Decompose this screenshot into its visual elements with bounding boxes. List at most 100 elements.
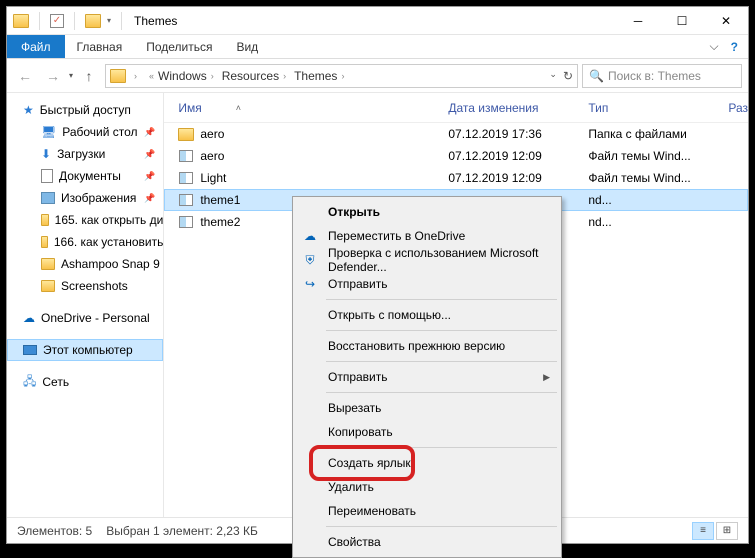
ribbon-expand-icon[interactable]: ⌵ [710,39,719,54]
ctx-переместить-в-onedrive[interactable]: ☁Переместить в OneDrive [296,224,558,248]
ctx-создать-ярлык[interactable]: Создать ярлык [296,451,558,475]
breadcrumb-item[interactable]: Windows [158,69,207,83]
search-icon: 🔍 [589,69,604,83]
sidebar-item-pictures[interactable]: Изображения📌 [7,187,163,209]
address-bar-row: ← → ▾ ↑ › «Windows› Resources› Themes› ⌄… [7,59,748,93]
ctx-label: Отправить [328,277,388,291]
download-icon: ⬇ [41,147,51,161]
column-headers: Имя˄ Дата изменения Тип Раз [164,93,748,123]
search-input[interactable]: 🔍 Поиск в: Themes [582,64,742,88]
view-details-button[interactable]: ≡ [692,522,714,540]
sidebar-item-downloads[interactable]: ⬇Загрузки📌 [7,143,163,165]
search-placeholder: Поиск в: Themes [608,69,701,83]
shield-icon: ⛨ [302,253,318,268]
document-icon [41,169,53,183]
nav-up-button[interactable]: ↑ [77,64,101,88]
ctx-копировать[interactable]: Копировать [296,420,558,444]
sidebar-this-pc[interactable]: Этот компьютер [7,339,163,361]
view-icons-button[interactable]: ⊞ [716,522,738,540]
file-type: Папка с файлами [588,127,728,141]
breadcrumb-item[interactable]: Resources [222,69,279,83]
folder-icon [85,14,101,28]
sidebar-item-folder[interactable]: Ashampoo Snap 9 [7,253,163,275]
file-name: Light [200,171,448,185]
close-button[interactable]: ✕ [704,7,748,35]
address-bar[interactable]: › «Windows› Resources› Themes› ⌄ ↻ [105,64,578,88]
tab-file[interactable]: Файл [7,35,65,58]
file-row[interactable]: aero07.12.2019 12:09Файл темы Wind... [164,145,748,167]
title-bar: ✓ ▾ Themes ─ ☐ ✕ [7,7,748,35]
nav-forward-button: → [41,64,65,88]
file-date: 07.12.2019 17:36 [448,127,588,141]
folder-icon [178,127,194,141]
folder-icon [41,214,49,226]
status-selection: Выбран 1 элемент: 2,23 КБ [106,524,258,538]
ctx-отправить[interactable]: ↪Отправить [296,272,558,296]
ctx-label: Восстановить прежнюю версию [328,339,505,353]
ctx-удалить[interactable]: Удалить [296,475,558,499]
submenu-arrow-icon: ▶ [543,372,550,383]
pictures-icon [41,192,55,204]
column-date[interactable]: Дата изменения [448,101,588,115]
ctx-отправить[interactable]: Отправить▶ [296,365,558,389]
folder-icon [110,69,126,83]
ctx-восстановить-прежнюю-версию[interactable]: Восстановить прежнюю версию [296,334,558,358]
window-title: Themes [134,14,177,28]
ctx-переименовать[interactable]: Переименовать [296,499,558,523]
file-name: aero [200,149,448,163]
ctx-label: Копировать [328,425,393,439]
help-icon[interactable]: ? [731,40,738,54]
column-name[interactable]: Имя˄ [178,101,448,115]
minimize-button[interactable]: ─ [616,7,660,35]
sidebar-item-documents[interactable]: Документы📌 [7,165,163,187]
column-size[interactable]: Раз [728,101,748,115]
folder-icon [41,236,48,248]
tab-home[interactable]: Главная [65,35,135,58]
network-icon: 🖧 [23,372,36,393]
ctx-label: Переместить в OneDrive [328,229,465,243]
sidebar-item-desktop[interactable]: 🖥Рабочий стол📌 [7,121,163,143]
refresh-icon[interactable]: ↻ [563,69,573,83]
ctx-label: Свойства [328,535,381,549]
ctx-label: Открыть с помощью... [328,308,451,322]
addr-dropdown-icon[interactable]: ⌄ [549,69,557,83]
file-row[interactable]: aero07.12.2019 17:36Папка с файлами [164,123,748,145]
sidebar-network[interactable]: 🖧Сеть [7,371,163,393]
ctx-вырезать[interactable]: Вырезать [296,396,558,420]
file-name: aero [200,127,448,141]
ctx-проверка-с-использованием-microsoft-defender-[interactable]: ⛨Проверка с использованием Microsoft Def… [296,248,558,272]
theme-file-icon [178,149,194,163]
sidebar-quick-access[interactable]: ★Быстрый доступ [7,99,163,121]
sidebar-item-folder[interactable]: 166. как установить [7,231,163,253]
ctx-label: Переименовать [328,504,416,518]
sidebar-item-folder[interactable]: Screenshots [7,275,163,297]
tab-share[interactable]: Поделиться [134,35,224,58]
folder-icon [41,280,55,292]
qat-item[interactable]: ✓ [50,14,64,28]
theme-file-icon [178,215,194,229]
breadcrumb-item[interactable]: Themes [294,69,337,83]
sidebar-onedrive[interactable]: ☁OneDrive - Personal [7,307,163,329]
file-row[interactable]: Light07.12.2019 12:09Файл темы Wind... [164,167,748,189]
sidebar-item-folder[interactable]: 165. как открыть ди [7,209,163,231]
theme-file-icon [178,171,194,185]
nav-back-button[interactable]: ← [13,64,37,88]
file-date: 07.12.2019 12:09 [448,171,588,185]
maximize-button[interactable]: ☐ [660,7,704,35]
tab-view[interactable]: Вид [224,35,270,58]
ctx-label: Вырезать [328,401,381,415]
folder-icon [13,14,29,28]
theme-file-icon [178,193,194,207]
ctx-открыть-с-помощью-[interactable]: Открыть с помощью... [296,303,558,327]
ctx-открыть[interactable]: Открыть [296,200,558,224]
ctx-label: Открыть [328,205,380,219]
quick-access-toolbar: ✓ ▾ [13,12,126,30]
ctx-свойства[interactable]: Свойства [296,530,558,554]
file-type: Файл темы Wind... [588,171,728,185]
ctx-label: Удалить [328,480,374,494]
file-date: 07.12.2019 12:09 [448,149,588,163]
column-type[interactable]: Тип [588,101,728,115]
nav-history-dropdown[interactable]: ▾ [69,71,73,80]
folder-icon [41,258,55,270]
qat-dropdown-icon[interactable]: ▾ [107,16,111,25]
